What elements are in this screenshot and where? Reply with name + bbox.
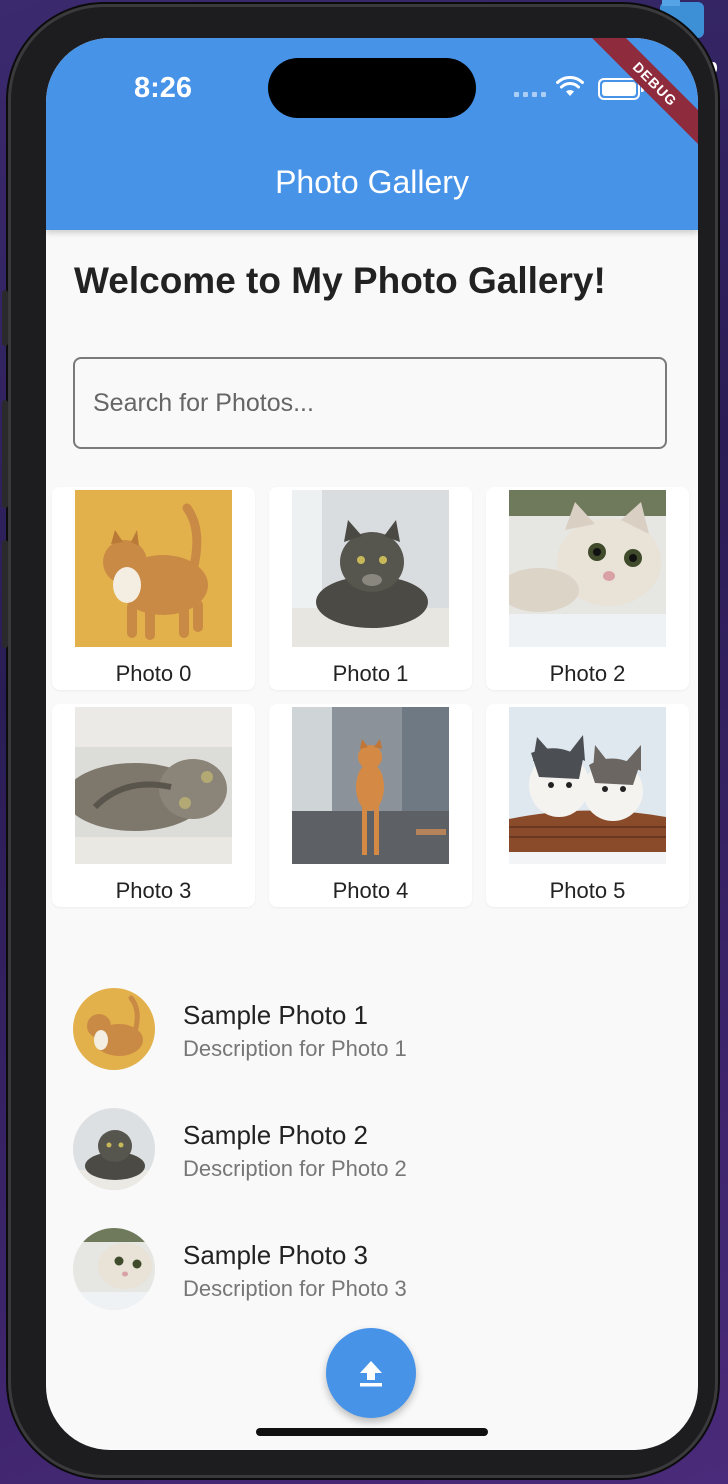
list-item-subtitle: Description for Photo 1	[183, 1036, 407, 1061]
photo-card[interactable]: Photo 2	[486, 487, 689, 690]
search-input[interactable]	[73, 357, 667, 449]
photo-label: Photo 1	[332, 661, 409, 686]
app-bar-title: Photo Gallery	[275, 164, 469, 200]
dynamic-island	[268, 58, 476, 118]
home-indicator	[256, 1428, 488, 1436]
photo-card[interactable]: Photo 3	[52, 704, 255, 907]
avatar	[73, 1108, 155, 1190]
cellular-signal-icon	[514, 92, 546, 97]
list-item[interactable]: Sample Photo 3 Description for Photo 3	[46, 1218, 698, 1328]
list-item[interactable]: Sample Photo 2 Description for Photo 2	[46, 1098, 698, 1208]
app-bar: 8:26 DEBUG Photo Gallery	[46, 38, 698, 230]
list-item-title: Sample Photo 3	[183, 1240, 369, 1270]
photo-label: Photo 0	[115, 661, 192, 686]
debug-banner-label: DEBUG	[586, 38, 698, 153]
welcome-heading: Welcome to My Photo Gallery!	[74, 260, 606, 301]
status-time: 8:26	[134, 72, 193, 104]
phone-frame: 8:26 DEBUG Photo Gallery Welcome to My P…	[2, 4, 718, 1478]
volume-down-button	[2, 540, 8, 648]
avatar	[73, 1228, 155, 1310]
photo-label: Photo 5	[549, 878, 626, 903]
photo-thumbnail	[509, 707, 666, 864]
photo-thumbnail	[292, 707, 449, 864]
list-item-title: Sample Photo 1	[183, 1000, 369, 1030]
photo-thumbnail	[292, 490, 449, 647]
debug-banner: DEBUG	[578, 38, 698, 158]
volume-up-button	[2, 400, 8, 508]
photo-card[interactable]: Photo 0	[52, 487, 255, 690]
photo-thumbnail	[509, 490, 666, 647]
photo-card[interactable]: Photo 1	[269, 487, 472, 690]
upload-button[interactable]	[326, 1328, 416, 1418]
photo-label: Photo 3	[115, 878, 192, 903]
upload-icon	[360, 1361, 382, 1387]
list-item-title: Sample Photo 2	[183, 1120, 369, 1150]
photo-label: Photo 4	[332, 878, 409, 903]
photo-card[interactable]: Photo 5	[486, 704, 689, 907]
list-item[interactable]: Sample Photo 1 Description for Photo 1	[46, 978, 698, 1088]
photo-label: Photo 2	[549, 661, 626, 686]
action-button	[2, 290, 8, 346]
list-item-subtitle: Description for Photo 3	[183, 1276, 407, 1301]
app-screen: 8:26 DEBUG Photo Gallery Welcome to My P…	[46, 38, 698, 1450]
photo-thumbnail	[75, 707, 232, 864]
photo-thumbnail	[75, 490, 232, 647]
photo-card[interactable]: Photo 4	[269, 704, 472, 907]
list-item-subtitle: Description for Photo 2	[183, 1156, 407, 1181]
avatar	[73, 988, 155, 1070]
